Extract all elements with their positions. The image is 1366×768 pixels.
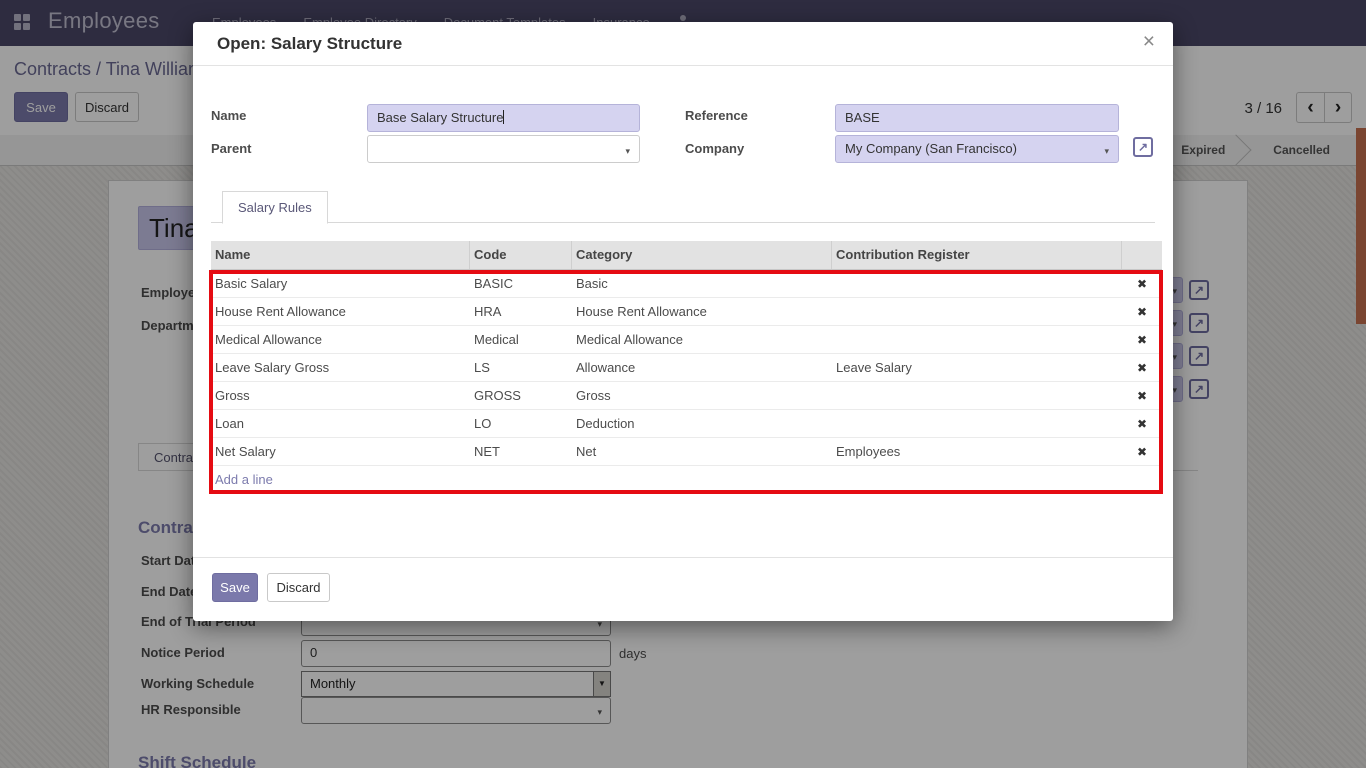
reference-input[interactable]: BASE bbox=[835, 104, 1119, 132]
col-header-actions bbox=[1122, 241, 1162, 269]
company-label: Company bbox=[685, 141, 744, 156]
delete-row-icon[interactable]: ✖ bbox=[1122, 361, 1162, 375]
parent-label: Parent bbox=[211, 141, 251, 156]
reference-label: Reference bbox=[685, 108, 748, 123]
modal-discard-button[interactable]: Discard bbox=[267, 573, 330, 602]
col-header-category[interactable]: Category bbox=[572, 241, 832, 269]
modal-header: Open: Salary Structure × bbox=[193, 22, 1173, 66]
company-select[interactable]: My Company (San Francisco) ▾ bbox=[835, 135, 1119, 163]
delete-row-icon[interactable]: ✖ bbox=[1122, 277, 1162, 291]
salary-rules-table: Name Code Category Contribution Register… bbox=[211, 241, 1162, 493]
delete-row-icon[interactable]: ✖ bbox=[1122, 305, 1162, 319]
add-a-line-link[interactable]: Add a line bbox=[211, 466, 1162, 493]
table-header-row: Name Code Category Contribution Register bbox=[211, 241, 1162, 270]
col-header-code[interactable]: Code bbox=[470, 241, 572, 269]
name-value: Base Salary Structure bbox=[377, 110, 503, 125]
parent-select[interactable]: ▾ bbox=[367, 135, 640, 163]
table-row[interactable]: Leave Salary GrossLS AllowanceLeave Sala… bbox=[211, 354, 1162, 382]
table-row[interactable]: LoanLO Deduction ✖ bbox=[211, 410, 1162, 438]
reference-value: BASE bbox=[845, 110, 880, 125]
delete-row-icon[interactable]: ✖ bbox=[1122, 417, 1162, 431]
text-cursor bbox=[503, 110, 504, 124]
col-header-register[interactable]: Contribution Register bbox=[832, 241, 1122, 269]
tab-salary-rules[interactable]: Salary Rules bbox=[222, 191, 328, 224]
modal-title: Open: Salary Structure bbox=[217, 34, 402, 54]
table-row[interactable]: Medical AllowanceMedical Medical Allowan… bbox=[211, 326, 1162, 354]
table-row[interactable]: GrossGROSS Gross ✖ bbox=[211, 382, 1162, 410]
modal-footer: Save Discard bbox=[193, 557, 1173, 621]
company-external-link-icon[interactable]: ↗ bbox=[1133, 137, 1153, 157]
col-header-name[interactable]: Name bbox=[211, 241, 470, 269]
screen: Employees Employees Employee Directory D… bbox=[0, 0, 1366, 768]
chevron-down-icon: ▾ bbox=[625, 146, 630, 157]
delete-row-icon[interactable]: ✖ bbox=[1122, 389, 1162, 403]
scrollbar-thumb[interactable] bbox=[1356, 128, 1366, 324]
modal-save-button[interactable]: Save bbox=[212, 573, 258, 602]
table-row[interactable]: Basic SalaryBASIC Basic ✖ bbox=[211, 270, 1162, 298]
delete-row-icon[interactable]: ✖ bbox=[1122, 445, 1162, 459]
salary-structure-modal: Open: Salary Structure × Name Base Salar… bbox=[193, 22, 1173, 621]
modal-tabbar: Salary Rules bbox=[211, 190, 1155, 223]
table-row[interactable]: House Rent AllowanceHRA House Rent Allow… bbox=[211, 298, 1162, 326]
delete-row-icon[interactable]: ✖ bbox=[1122, 333, 1162, 347]
company-value: My Company (San Francisco) bbox=[845, 141, 1017, 156]
chevron-down-icon: ▾ bbox=[1104, 146, 1109, 157]
name-input[interactable]: Base Salary Structure bbox=[367, 104, 640, 132]
table-row[interactable]: Net SalaryNET NetEmployees ✖ bbox=[211, 438, 1162, 466]
close-icon[interactable]: × bbox=[1143, 30, 1155, 54]
name-label: Name bbox=[211, 108, 246, 123]
